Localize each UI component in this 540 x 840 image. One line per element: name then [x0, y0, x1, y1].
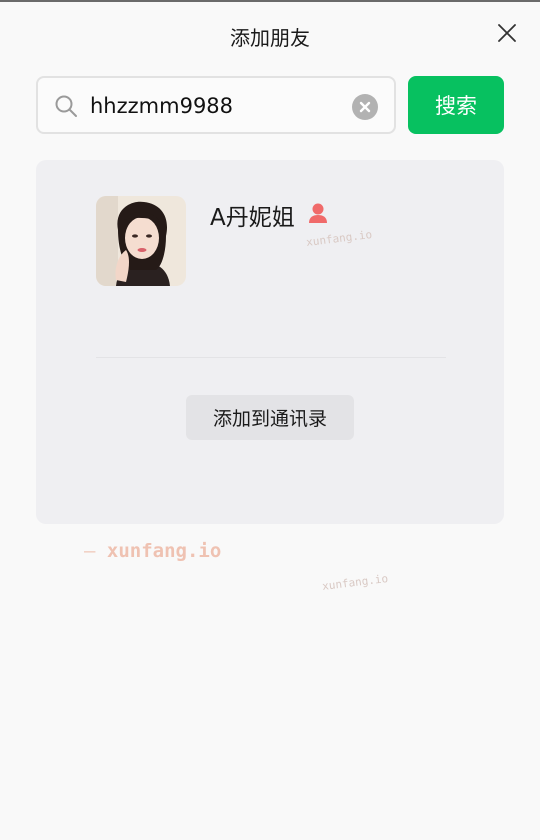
search-result-card: A丹妮姐 添加到通讯录	[36, 160, 504, 524]
divider	[96, 357, 446, 358]
avatar[interactable]	[96, 196, 186, 286]
close-icon	[498, 24, 516, 42]
window-title: 添加朋友	[230, 26, 310, 50]
add-friend-window: 添加朋友 搜索	[0, 0, 540, 840]
search-button[interactable]: 搜索	[408, 76, 504, 134]
search-input[interactable]	[90, 86, 342, 126]
contact-name: A丹妮姐	[210, 205, 295, 231]
add-to-contacts-button[interactable]: 添加到通讯录	[186, 395, 354, 440]
watermark: xunfang.io	[321, 572, 389, 593]
search-box[interactable]	[36, 76, 396, 134]
watermark-text: xunfang.io	[106, 540, 222, 562]
watermark-main: — xunfang.io	[84, 540, 221, 562]
close-button[interactable]	[496, 22, 518, 44]
female-icon	[309, 203, 327, 223]
clear-icon[interactable]	[352, 94, 378, 120]
watermark-dash: —	[84, 540, 96, 562]
search-icon	[55, 95, 77, 117]
